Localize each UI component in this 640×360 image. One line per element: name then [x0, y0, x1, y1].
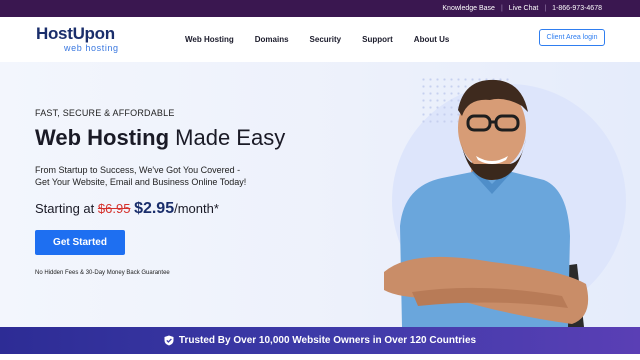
- shield-check-icon: [164, 335, 174, 346]
- nav-support[interactable]: Support: [362, 35, 393, 44]
- hero-title: Web Hosting Made Easy: [35, 125, 285, 151]
- logo-sub: web hosting: [64, 43, 119, 53]
- nav-about-us[interactable]: About Us: [414, 35, 450, 44]
- separator: |: [500, 5, 503, 12]
- price-old: $6.95: [97, 201, 131, 216]
- trust-banner: Trusted By Over 10,000 Website Owners in…: [0, 327, 640, 354]
- guarantee-note: No Hidden Fees & 30-Day Money Back Guara…: [35, 270, 170, 276]
- hero-description-line2: Get Your Website, Email and Business Onl…: [35, 177, 247, 187]
- knowledge-base-link[interactable]: Knowledge Base: [442, 5, 495, 12]
- main-nav: Web Hosting Domains Security Support Abo…: [185, 17, 449, 62]
- utility-links: Knowledge Base | Live Chat | 1-866-973-4…: [442, 0, 602, 17]
- price-prefix: Starting at: [35, 201, 95, 216]
- live-chat-link[interactable]: Live Chat: [509, 5, 539, 12]
- hero-person-image: [384, 79, 589, 327]
- nav-web-hosting[interactable]: Web Hosting: [185, 35, 234, 44]
- hero-section: FAST, SECURE & AFFORDABLE Web Hosting Ma…: [0, 62, 640, 327]
- price-suffix: /month*: [174, 201, 219, 216]
- hero-tagline: FAST, SECURE & AFFORDABLE: [35, 108, 175, 118]
- get-started-button[interactable]: Get Started: [35, 230, 125, 255]
- logo[interactable]: HostUpon web hosting: [36, 24, 118, 54]
- nav-domains[interactable]: Domains: [255, 35, 289, 44]
- client-login-button[interactable]: Client Area login: [539, 29, 605, 46]
- hero-description: From Startup to Success, We've Got You C…: [35, 164, 246, 188]
- site-header: HostUpon web hosting Web Hosting Domains…: [0, 17, 640, 62]
- hero-description-line1: From Startup to Success, We've Got You C…: [35, 165, 241, 175]
- price-new: $2.95: [134, 200, 175, 217]
- hero-title-rest: Made Easy: [175, 125, 286, 150]
- logo-name: HostUpon: [36, 24, 115, 43]
- separator: |: [544, 5, 547, 12]
- hero-title-bold: Web Hosting: [35, 125, 170, 150]
- nav-security[interactable]: Security: [310, 35, 342, 44]
- phone-link[interactable]: 1-866-973-4678: [552, 5, 602, 12]
- trust-text: Trusted By Over 10,000 Website Owners in…: [178, 335, 477, 346]
- price-line: Starting at $6.95 $2.95/month*: [35, 200, 219, 218]
- top-utility-bar: Knowledge Base | Live Chat | 1-866-973-4…: [0, 0, 640, 17]
- page-bottom-edge: [0, 354, 640, 360]
